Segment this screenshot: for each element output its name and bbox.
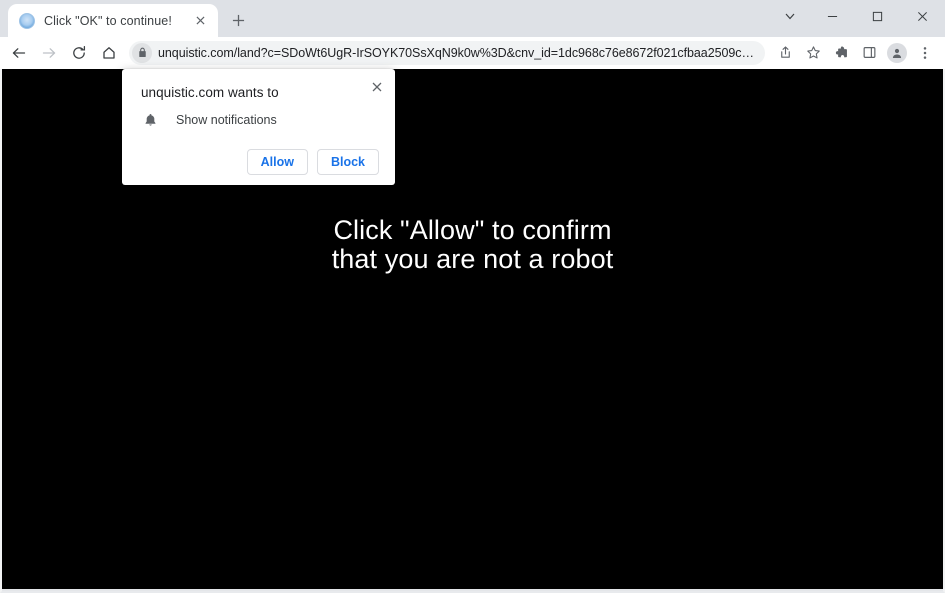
reload-icon[interactable] (64, 39, 94, 67)
chrome-menu-icon[interactable] (911, 39, 939, 67)
close-icon[interactable] (190, 11, 210, 31)
bookmark-star-icon[interactable] (799, 39, 827, 67)
viewport-bottom-edge (2, 589, 943, 591)
avatar (887, 42, 907, 63)
home-icon[interactable] (94, 39, 124, 67)
close-icon[interactable] (367, 77, 387, 97)
new-tab-button[interactable] (224, 6, 252, 34)
browser-tab[interactable]: Click "OK" to continue! (8, 4, 218, 37)
headline-line-1: Click "Allow" to confirm (333, 215, 612, 245)
permission-row: Show notifications (141, 113, 379, 127)
address-bar-url: unquistic.com/land?c=SDoWt6UgR-IrSOYK70S… (158, 45, 755, 60)
minimize-icon[interactable] (810, 0, 855, 32)
tab-search-icon[interactable] (770, 0, 810, 32)
maximize-icon[interactable] (855, 0, 900, 32)
tab-title: Click "OK" to continue! (44, 13, 172, 28)
bell-icon (141, 113, 159, 127)
side-panel-icon[interactable] (855, 39, 883, 67)
address-bar[interactable]: unquistic.com/land?c=SDoWt6UgR-IrSOYK70S… (129, 40, 765, 65)
dialog-actions: Allow Block (141, 149, 379, 175)
headline-line-2: that you are not a robot (331, 244, 614, 274)
page-viewport: Click "Allow" to confirm that you are no… (0, 69, 945, 593)
close-window-icon[interactable] (900, 0, 945, 32)
browser-window: Click "OK" to continue! unquistic.com/la… (0, 0, 945, 593)
allow-button[interactable]: Allow (246, 149, 308, 175)
site-favicon (19, 12, 35, 29)
permission-label: Show notifications (176, 113, 277, 127)
page-headline: Click "Allow" to confirm that you are no… (2, 216, 943, 274)
profile-avatar[interactable] (883, 39, 911, 67)
share-icon[interactable] (771, 39, 799, 67)
tab-strip: Click "OK" to continue! (0, 0, 945, 37)
forward-icon[interactable] (34, 39, 64, 67)
window-controls (770, 0, 945, 32)
lock-icon[interactable] (132, 42, 152, 63)
dialog-title: unquistic.com wants to (141, 85, 279, 100)
extensions-puzzle-icon[interactable] (827, 39, 855, 67)
back-icon[interactable] (4, 39, 34, 67)
notification-permission-dialog: unquistic.com wants to Show notification… (122, 69, 395, 185)
block-button[interactable]: Block (316, 149, 379, 175)
browser-toolbar: unquistic.com/land?c=SDoWt6UgR-IrSOYK70S… (0, 37, 945, 69)
